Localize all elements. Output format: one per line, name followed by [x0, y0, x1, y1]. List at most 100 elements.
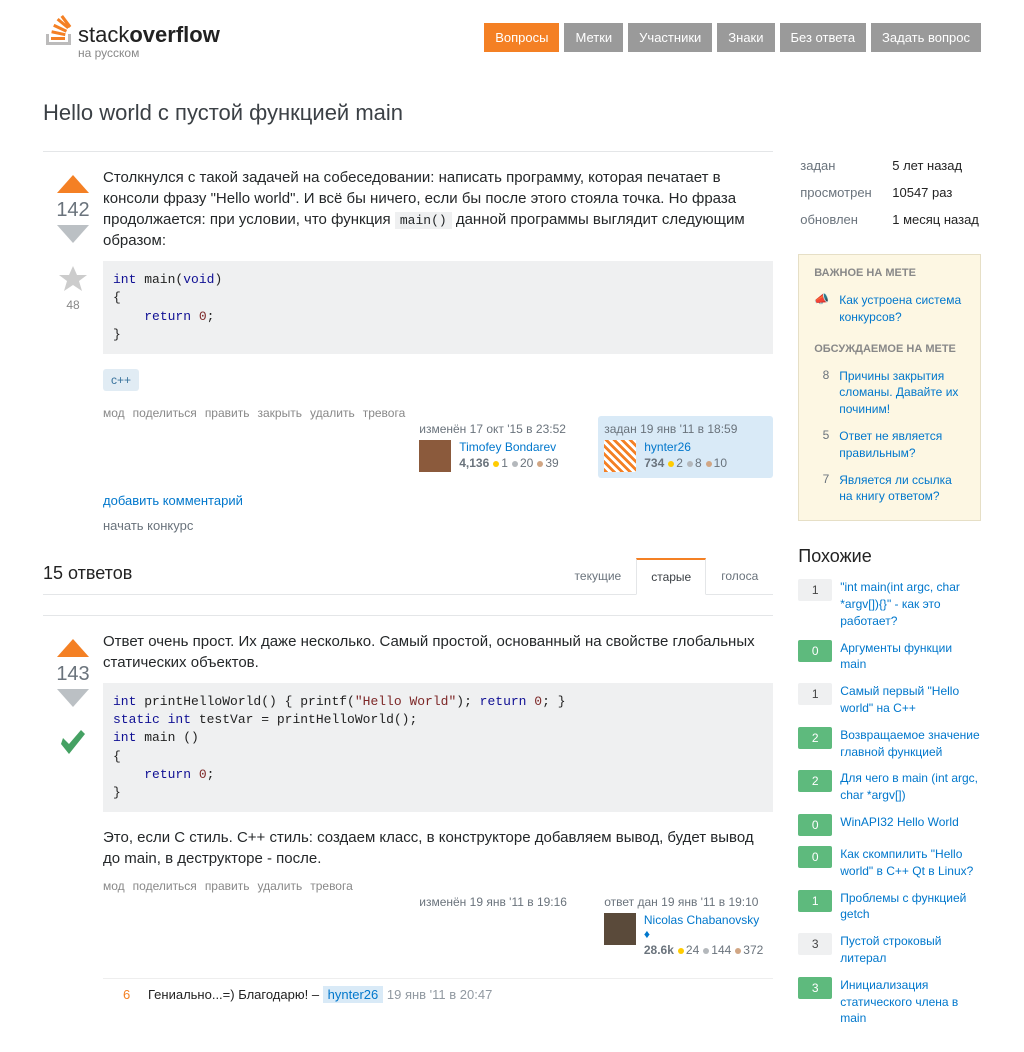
menu-edit[interactable]: править — [205, 879, 250, 893]
menu-delete[interactable]: удалить — [257, 879, 302, 893]
comment-score: 6 — [123, 987, 148, 1002]
owner-name[interactable]: hynter26 — [644, 440, 727, 454]
start-bounty-link[interactable]: начать конкурс — [103, 518, 773, 533]
related-item: 2 Для чего в main (int argc, char *argv[]… — [798, 770, 981, 804]
nav-tags[interactable]: Метки — [564, 23, 623, 52]
related-link[interactable]: Проблемы с функцией getch — [840, 890, 981, 924]
downvote-icon[interactable] — [55, 225, 91, 251]
related-item: 0 WinAPI32 Hello World — [798, 814, 981, 836]
nav-unanswered[interactable]: Без ответа — [780, 23, 867, 52]
tab-oldest[interactable]: старые — [636, 558, 706, 595]
meta-item-count: 5 — [814, 428, 829, 462]
nav-users[interactable]: Участники — [628, 23, 712, 52]
menu-share[interactable]: поделиться — [133, 879, 197, 893]
related-link[interactable]: Для чего в main (int argc, char *argv[]) — [840, 770, 981, 804]
tags-list: c++ — [103, 369, 773, 391]
menu-flag[interactable]: тревога — [363, 406, 406, 420]
tab-votes[interactable]: голоса — [706, 558, 773, 594]
nav-badges[interactable]: Знаки — [717, 23, 774, 52]
tag-cpp[interactable]: c++ — [103, 369, 139, 391]
related-module: Похожие 1"int main(int argc, char *argv[… — [798, 546, 981, 1027]
comment-text: Гениально...=) Благодарю! – hynter26 19 … — [148, 987, 773, 1002]
editor-name[interactable]: Timofey Bondarev — [459, 440, 558, 454]
question-title: Hello world с пустой функцией main — [43, 100, 981, 126]
question-text: Столкнулся с такой задачей на собеседова… — [103, 167, 773, 251]
logo-subtitle: на русском — [78, 46, 220, 60]
answerer-name[interactable]: Nicolas Chabanovsky — [644, 913, 759, 927]
related-link[interactable]: Пустой строковый литерал — [840, 933, 981, 967]
answerer-rep: 28.6k24144372 — [644, 943, 767, 957]
stackexchange-icon: 📣 — [814, 292, 829, 326]
menu-close[interactable]: закрыть — [257, 406, 301, 420]
meta-featured-head: ВАЖНОЕ НА МЕТЕ — [799, 255, 980, 287]
menu-mod[interactable]: мод — [103, 879, 125, 893]
add-comment-link[interactable]: добавить комментарий — [103, 493, 773, 508]
related-count: 3 — [798, 977, 832, 999]
answer-text-2: Это, если С стиль. С++ стиль: создаем кл… — [103, 827, 773, 869]
vote-column: 142 48 — [43, 167, 103, 533]
nav-ask[interactable]: Задать вопрос — [871, 23, 981, 52]
related-link[interactable]: WinAPI32 Hello World — [840, 814, 959, 831]
meta-item: 5 Ответ не является правильным? — [799, 423, 980, 467]
related-item: 3 Инициализация статического члена в main — [798, 977, 981, 1027]
related-link[interactable]: Аргументы функции main — [840, 640, 981, 674]
favorite-star-icon[interactable] — [43, 264, 103, 295]
related-item: 1"int main(int argc, char *argv[]){}" - … — [798, 579, 981, 629]
owner-signature: задан 19 янв '11 в 18:59 hynter26 734281… — [598, 416, 773, 478]
comment-row: 6 Гениально...=) Благодарю! – hynter26 1… — [103, 978, 773, 1010]
related-link[interactable]: Как скомпилить "Hello world" в С++ Qt в … — [840, 846, 981, 880]
related-item: 0Как скомпилить "Hello world" в С++ Qt в… — [798, 846, 981, 880]
answers-header: 15 ответов текущие старые голоса — [43, 558, 773, 595]
related-link[interactable]: Возвращаемое значение главной функцией — [840, 727, 981, 761]
related-link[interactable]: Самый первый "Hello world" на C++ — [840, 683, 981, 717]
meta-item: 7Является ли ссылка на книгу ответом? — [799, 467, 980, 511]
favorite-count: 48 — [43, 298, 103, 312]
answer-text-1: Ответ очень прост. Их даже несколько. Са… — [103, 631, 773, 673]
related-item: 2Возвращаемое значение главной функцией — [798, 727, 981, 761]
question-info: задан5 лет назад просмотрен10547 раз обн… — [798, 151, 981, 234]
vote-column: 143 — [43, 631, 103, 1010]
upvote-icon[interactable] — [55, 167, 91, 193]
meta-item-link[interactable]: Является ли ссылка на книгу ответом? — [839, 472, 965, 506]
menu-edit[interactable]: править — [205, 406, 250, 420]
accepted-checkmark-icon[interactable] — [43, 726, 103, 765]
answer: 143 Ответ очень прост. Их даже несколько… — [43, 615, 773, 1010]
upvote-icon[interactable] — [55, 631, 91, 657]
related-link[interactable]: "int main(int argc, char *argv[]){}" - к… — [840, 579, 981, 629]
menu-flag[interactable]: тревога — [310, 879, 353, 893]
editor-signature: изменён 19 янв '11 в 19:16 — [413, 889, 588, 963]
owner-rep: 7342810 — [644, 456, 727, 470]
sort-tabs: текущие старые голоса — [560, 558, 774, 594]
related-link[interactable]: Инициализация статического члена в main — [840, 977, 981, 1027]
tab-active[interactable]: текущие — [560, 558, 637, 594]
question-score: 142 — [43, 199, 103, 222]
related-count: 0 — [798, 814, 832, 836]
logo-area[interactable]: stackoverflow на русском — [43, 15, 220, 60]
downvote-icon[interactable] — [55, 689, 91, 715]
meta-module: ВАЖНОЕ НА МЕТЕ 📣 Как устроена система ко… — [798, 254, 981, 521]
comment-user-link[interactable]: hynter26 — [323, 986, 384, 1003]
editor-signature: изменён 17 окт '15 в 23:52 Timofey Bonda… — [413, 416, 588, 478]
meta-item: 8Причины закрытия сломаны. Давайте их по… — [799, 363, 980, 423]
answerer-avatar[interactable] — [604, 913, 636, 945]
moderator-diamond-icon: ♦ — [644, 927, 650, 941]
nav-questions[interactable]: Вопросы — [484, 23, 559, 52]
question-code-block: int main(void) { return 0; } — [103, 261, 773, 354]
owner-avatar[interactable] — [604, 440, 636, 472]
stackoverflow-logo-icon — [43, 15, 73, 48]
editor-avatar[interactable] — [419, 440, 451, 472]
menu-mod[interactable]: мод — [103, 406, 125, 420]
meta-item-count: 8 — [814, 368, 829, 418]
meta-featured-link[interactable]: Как устроена система конкурсов? — [839, 292, 965, 326]
related-count: 0 — [798, 640, 832, 662]
related-count: 3 — [798, 933, 832, 955]
menu-delete[interactable]: удалить — [310, 406, 355, 420]
meta-item-link[interactable]: Ответ не является правильным? — [839, 428, 965, 462]
answerer-signature: ответ дан 19 янв '11 в 19:10 Nicolas Cha… — [598, 889, 773, 963]
editor-rep: 4,13612039 — [459, 456, 558, 470]
meta-item-link[interactable]: Причины закрытия сломаны. Давайте их поч… — [839, 368, 965, 418]
related-count: 2 — [798, 770, 832, 792]
menu-share[interactable]: поделиться — [133, 406, 197, 420]
answers-count: 15 ответов — [43, 563, 132, 594]
logo-text: stackoverflow — [78, 22, 220, 48]
